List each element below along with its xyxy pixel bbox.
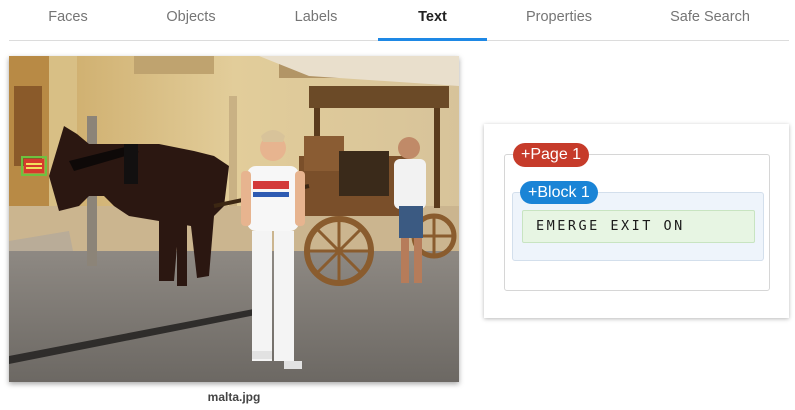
text-result-card: +Page 1 +Block 1 EMERGE EXIT ON xyxy=(484,124,789,318)
tab-labels[interactable]: Labels xyxy=(257,0,375,38)
tab-faces[interactable]: Faces xyxy=(9,0,127,38)
photo-scene xyxy=(9,56,459,382)
tab-properties[interactable]: Properties xyxy=(499,0,619,38)
detected-text: EMERGE EXIT ON xyxy=(522,210,755,243)
image-filename: malta.jpg xyxy=(207,390,261,404)
tab-objects[interactable]: Objects xyxy=(132,0,250,38)
tab-bar: Faces Objects Labels Text Properties Saf… xyxy=(9,0,789,41)
tab-text[interactable]: Text xyxy=(378,0,487,41)
page-toggle[interactable]: +Page 1 xyxy=(513,143,590,167)
analyzed-photo xyxy=(9,56,459,382)
tab-safe-search[interactable]: Safe Search xyxy=(649,0,771,38)
block-toggle[interactable]: +Block 1 xyxy=(520,181,598,204)
